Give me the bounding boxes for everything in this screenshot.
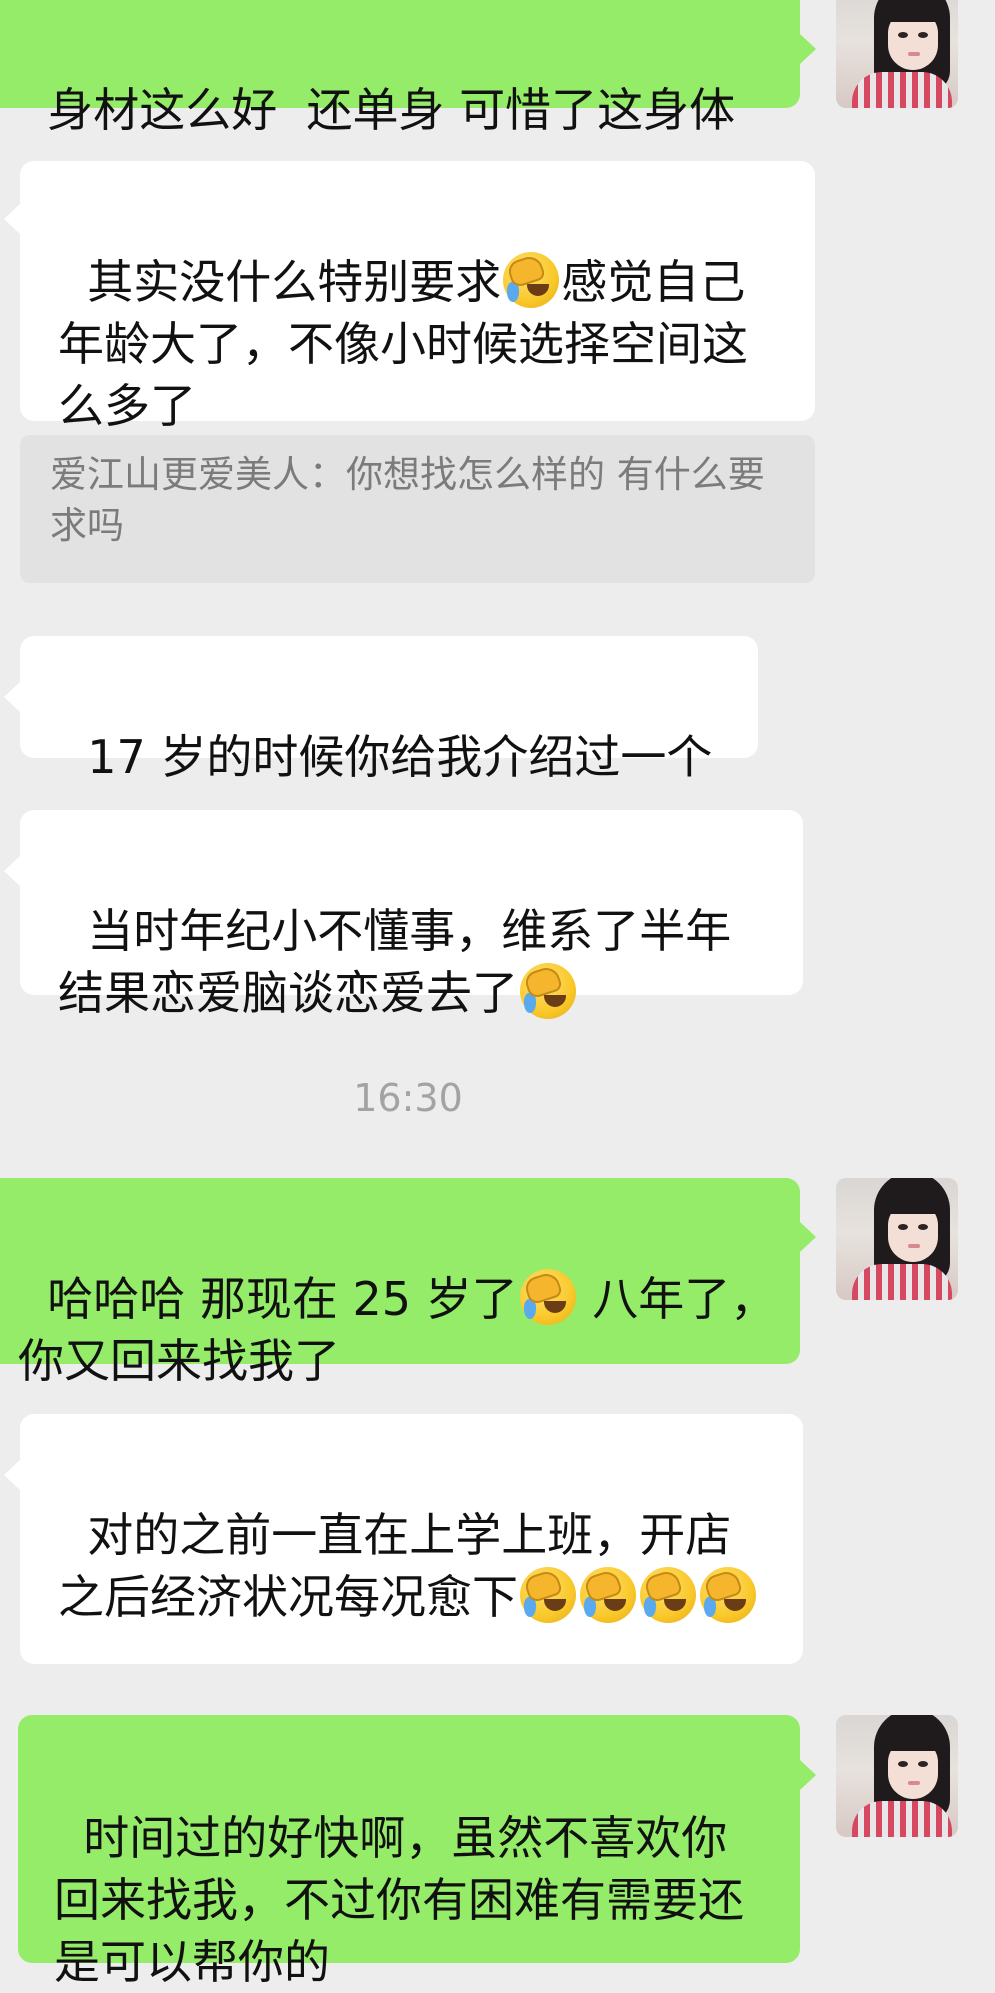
timestamp-text: 16:30 — [353, 1076, 463, 1120]
bubble-tail — [4, 682, 20, 712]
bubble-tail — [4, 204, 20, 234]
bubble-tail — [800, 1760, 816, 1790]
avatar-mouth — [908, 1781, 920, 1785]
message-text: 其实没什么特别要求 感觉自己年龄大了，不像小时候选择空间这么多了 — [58, 252, 748, 433]
facepalm-crying-emoji-icon — [520, 1567, 576, 1623]
message-text: 当时年纪小不懂事，维系了半年结果恋爱脑谈恋爱去了 — [58, 904, 732, 1020]
message-bubble-sent[interactable]: 身材这么好 还单身 可惜了这身体 — [0, 0, 800, 137]
avatar-bangs — [884, 1725, 942, 1751]
avatar-eye — [898, 1224, 908, 1230]
quoted-reply[interactable]: 爱江山更爱美人：你想找怎么样的 有什么要求吗 — [20, 435, 815, 583]
message-bubble-sent[interactable]: 哈哈哈 那现在 25 岁了 八年了，你又回来找我了 — [0, 1178, 800, 1388]
facepalm-crying-emoji-icon — [580, 1567, 636, 1623]
quoted-reply-text: 爱江山更爱美人：你想找怎么样的 有什么要求吗 — [50, 453, 765, 547]
bubble-tail — [800, 34, 816, 64]
facepalm-crying-emoji-icon — [700, 1567, 756, 1623]
avatar[interactable] — [836, 1715, 958, 1837]
message-text: 对的之前一直在上学上班，开店之后经济状况每况愈下 — [58, 1508, 758, 1624]
message-bubble-received[interactable]: 17 岁的时候你给我介绍过一个 — [20, 636, 758, 784]
message-text: 17 岁的时候你给我介绍过一个 — [87, 730, 713, 784]
message-bubble-received[interactable]: 其实没什么特别要求 感觉自己年龄大了，不像小时候选择空间这么多了 — [20, 161, 815, 433]
avatar-eye — [898, 1761, 908, 1767]
avatar-eye — [918, 32, 928, 38]
facepalm-crying-emoji-icon — [519, 1269, 576, 1325]
message-text: 身材这么好 还单身 可惜了这身体 — [47, 83, 736, 137]
avatar-eye — [918, 1224, 928, 1230]
facepalm-crying-emoji-icon — [640, 1567, 696, 1623]
bubble-tail — [800, 1222, 816, 1252]
bubble-tail — [4, 856, 20, 886]
bubble-tail — [4, 1460, 20, 1490]
avatar-eye — [918, 1761, 928, 1767]
message-text: 哈哈哈 那现在 25 岁了 八年了，你又回来找我了 — [18, 1269, 776, 1388]
facepalm-crying-emoji-icon — [503, 252, 560, 308]
message-text: 时间过的好快啊，虽然不喜欢你回来找我，不过你有困难有需要还是可以帮你的 — [54, 1811, 744, 1989]
avatar-mouth — [908, 52, 920, 56]
avatar-mouth — [908, 1244, 920, 1248]
facepalm-crying-emoji-icon — [520, 963, 576, 1019]
avatar-eye — [898, 32, 908, 38]
avatar-shirt — [852, 72, 952, 108]
message-bubble-received[interactable]: 对的之前一直在上学上班，开店之后经济状况每况愈下 — [20, 1414, 803, 1664]
avatar[interactable] — [836, 1178, 958, 1300]
avatar-bangs — [884, 0, 942, 22]
avatar-shirt — [852, 1801, 952, 1837]
timestamp: 16:30 — [0, 1073, 816, 1123]
avatar-shirt — [852, 1264, 952, 1300]
message-bubble-received[interactable]: 当时年纪小不懂事，维系了半年结果恋爱脑谈恋爱去了 — [20, 810, 803, 1020]
avatar-bangs — [884, 1188, 942, 1214]
message-bubble-sent[interactable]: 时间过的好快啊，虽然不喜欢你回来找我，不过你有困难有需要还是可以帮你的 — [18, 1715, 800, 1989]
avatar[interactable] — [836, 0, 958, 108]
